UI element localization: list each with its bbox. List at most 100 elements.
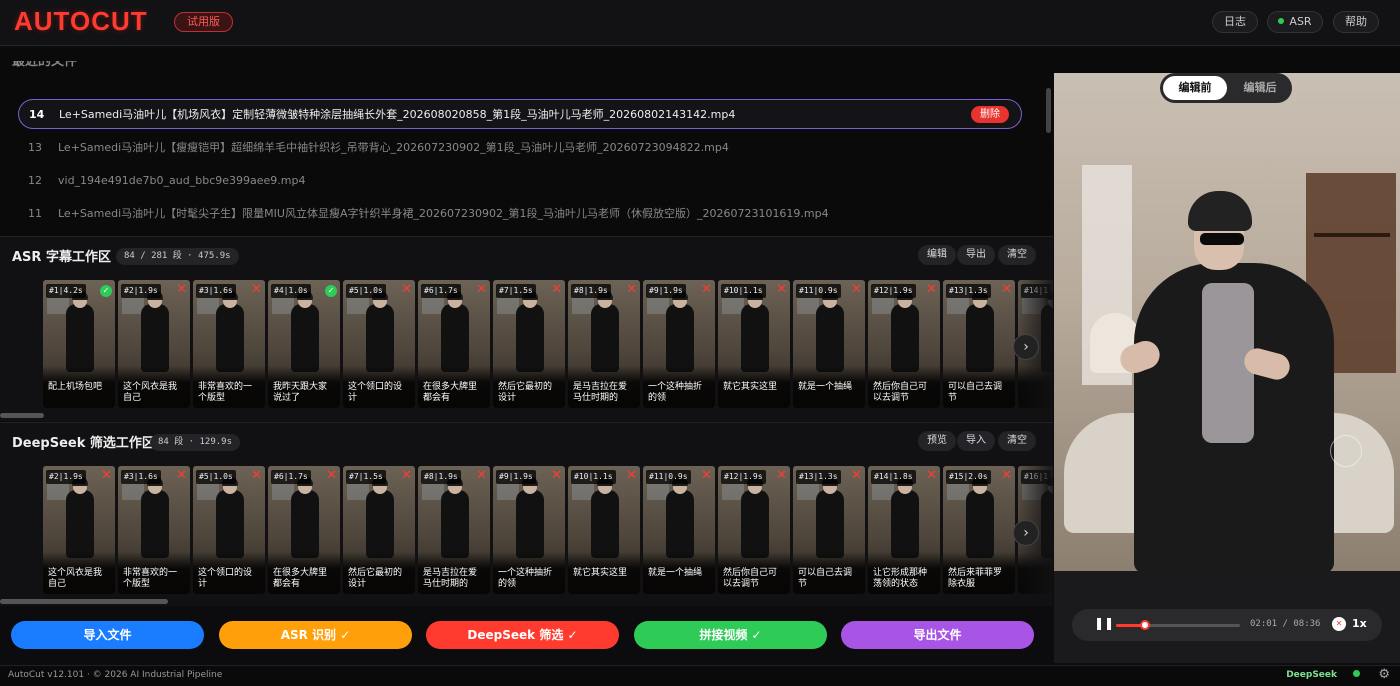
- deepseek-clear-button[interactable]: 清空: [998, 431, 1036, 451]
- file-list-item[interactable]: 13 Le+Samedi马油叶儿【瘦瘦铠甲】超细绵羊毛中袖针织衫_吊带背心_202…: [18, 133, 1022, 163]
- deepseek-segment-card[interactable]: #12|1.9s ✕ 然后你自己可以去调节: [718, 466, 790, 594]
- close-icon[interactable]: ✕: [1001, 469, 1012, 483]
- close-icon[interactable]: ✕: [851, 283, 862, 297]
- deepseek-strip-scrollbar[interactable]: [0, 599, 168, 604]
- file-name: Le+Samedi马油叶儿【机场风衣】定制轻薄微皱特种涂层抽绳长外套_20260…: [59, 108, 736, 121]
- top-bar: AUTOCUT 试用版 日志 ASR 帮助: [0, 0, 1400, 46]
- asr-segment-card[interactable]: #4|1.0s ✓ 我昨天跟大家说过了: [268, 280, 340, 408]
- asr-segment-card[interactable]: #2|1.9s ✕ 这个风衣是我自己: [118, 280, 190, 408]
- deepseek-segment-card[interactable]: #13|1.3s ✕ 可以自己去调节: [793, 466, 865, 594]
- close-icon[interactable]: ✕: [701, 283, 712, 297]
- close-icon[interactable]: ✕: [626, 283, 637, 297]
- asr-segment-card[interactable]: #3|1.6s ✕ 非常喜欢的一个版型: [193, 280, 265, 408]
- deepseek-next-icon[interactable]: ›: [1013, 520, 1039, 546]
- close-icon[interactable]: ✕: [551, 283, 562, 297]
- deepseek-card-strip: #2|1.9s ✕ 这个风衣是我自己 #3|1.6s ✕ 非常喜欢的一个版型 #5|1.0s…: [0, 466, 1053, 596]
- tab-before-edit[interactable]: 编辑前: [1163, 76, 1227, 100]
- close-icon[interactable]: ✕: [776, 469, 787, 483]
- deepseek-segment-card[interactable]: #5|1.0s ✕ 这个领口的设计: [193, 466, 265, 594]
- close-icon[interactable]: ✕: [551, 469, 562, 483]
- check-icon[interactable]: ✓: [100, 285, 112, 297]
- asr-status-button[interactable]: ASR: [1267, 11, 1323, 33]
- model-status-dot: [1353, 670, 1360, 677]
- log-button[interactable]: 日志: [1212, 11, 1258, 33]
- concat-video-button[interactable]: 拼接视频 ✓: [634, 621, 827, 649]
- file-list-item[interactable]: 12 vid_194e491de7b0_aud_bbc9e399aee9.mp4: [18, 166, 1022, 196]
- asr-edit-button[interactable]: 编辑: [918, 245, 956, 265]
- close-icon[interactable]: ✕: [1001, 283, 1012, 297]
- segment-label: #12|1.9s: [871, 284, 916, 298]
- video-preview[interactable]: [1054, 73, 1400, 571]
- close-icon[interactable]: ✕: [476, 469, 487, 483]
- deepseek-segment-card[interactable]: #9|1.9s ✕ 一个这种抽折的领: [493, 466, 565, 594]
- close-icon[interactable]: ✕: [926, 283, 937, 297]
- close-icon[interactable]: ✕: [326, 469, 337, 483]
- asr-strip-scrollbar[interactable]: [0, 413, 44, 418]
- asr-segment-card[interactable]: #1|4.2s ✓ 配上机场包吧: [43, 280, 115, 408]
- asr-segment-card[interactable]: #10|1.1s ✕ 就它其实这里: [718, 280, 790, 408]
- close-icon[interactable]: ✕: [626, 469, 637, 483]
- deepseek-segment-card[interactable]: #2|1.9s ✕ 这个风衣是我自己: [43, 466, 115, 594]
- thumbnail-figure: [66, 490, 94, 558]
- close-icon[interactable]: ✕: [176, 469, 187, 483]
- asr-recognize-button[interactable]: ASR 识别 ✓: [219, 621, 412, 649]
- close-icon[interactable]: ✕: [776, 283, 787, 297]
- export-file-button[interactable]: 导出文件: [841, 621, 1034, 649]
- check-icon[interactable]: ✓: [325, 285, 337, 297]
- close-icon[interactable]: ✕: [401, 283, 412, 297]
- asr-workspace-title: ASR 字幕工作区: [12, 250, 111, 265]
- deepseek-segment-card[interactable]: #15|2.0s ✕ 然后来菲菲罗除衣服: [943, 466, 1015, 594]
- asr-segment-card[interactable]: #12|1.9s ✕ 然后你自己可以去调节: [868, 280, 940, 408]
- segment-label: #8|1.9s: [421, 470, 461, 484]
- close-icon[interactable]: ✕: [701, 469, 712, 483]
- tab-after-edit[interactable]: 编辑后: [1230, 76, 1290, 100]
- segment-caption: 这个领口的设计: [193, 552, 265, 594]
- deepseek-segment-card[interactable]: #11|0.9s ✕ 就是一个抽绳: [643, 466, 715, 594]
- segment-caption: 就它其实这里: [568, 552, 640, 594]
- close-icon[interactable]: ✕: [851, 469, 862, 483]
- import-file-button[interactable]: 导入文件: [11, 621, 204, 649]
- deepseek-segment-card[interactable]: #3|1.6s ✕ 非常喜欢的一个版型: [118, 466, 190, 594]
- seek-bar[interactable]: [1116, 620, 1240, 630]
- asr-segment-card[interactable]: #6|1.7s ✕ 在很多大牌里都会有: [418, 280, 490, 408]
- close-icon[interactable]: ✕: [401, 469, 412, 483]
- seek-bar-knob[interactable]: [1140, 620, 1151, 630]
- asr-segment-card[interactable]: #5|1.0s ✕ 这个领口的设计: [343, 280, 415, 408]
- file-index: 13: [28, 141, 42, 154]
- playback-rate-button[interactable]: 1x: [1352, 617, 1367, 630]
- asr-segment-card[interactable]: #8|1.9s ✕ 是马吉拉在爱马仕时期的: [568, 280, 640, 408]
- deepseek-segment-card[interactable]: #6|1.7s ✕ 在很多大牌里都会有: [268, 466, 340, 594]
- close-icon[interactable]: ✕: [101, 469, 112, 483]
- thumbnail-figure: [891, 490, 919, 558]
- delete-file-button[interactable]: 删除: [971, 106, 1009, 123]
- before-after-toggle: 编辑前 编辑后: [1160, 73, 1292, 103]
- help-button[interactable]: 帮助: [1333, 11, 1379, 33]
- file-list-scrollbar[interactable]: [1046, 88, 1051, 133]
- pause-icon[interactable]: ❚❚: [1094, 616, 1114, 630]
- close-icon[interactable]: ✕: [926, 469, 937, 483]
- deepseek-workspace-title: DeepSeek 筛选工作区: [12, 436, 155, 451]
- close-icon[interactable]: ✕: [176, 283, 187, 297]
- file-list-item[interactable]: 11 Le+Samedi马油叶儿【时髦尖子生】限量MIU风立体显瘦A字针织半身裙_…: [18, 199, 1022, 229]
- file-list: 最近的文件 14 Le+Samedi马油叶儿【机场风衣】定制轻薄微皱特种涂层抽绳长…: [0, 47, 1053, 235]
- close-icon[interactable]: ✕: [251, 283, 262, 297]
- close-icon[interactable]: ✕: [251, 469, 262, 483]
- deepseek-import-button[interactable]: 导入: [957, 431, 995, 451]
- file-list-item[interactable]: 14 Le+Samedi马油叶儿【机场风衣】定制轻薄微皱特种涂层抽绳长外套_202…: [18, 99, 1022, 129]
- deepseek-segment-card[interactable]: #10|1.1s ✕ 就它其实这里: [568, 466, 640, 594]
- asr-segment-card[interactable]: #9|1.9s ✕ 一个这种抽折的领: [643, 280, 715, 408]
- deepseek-segment-card[interactable]: #14|1.8s ✕ 让它形成那种荡领的状态: [868, 466, 940, 594]
- gear-icon[interactable]: ⚙: [1378, 667, 1390, 682]
- mute-icon[interactable]: ✕: [1332, 617, 1346, 631]
- asr-export-button[interactable]: 导出: [957, 245, 995, 265]
- deepseek-segment-card[interactable]: #7|1.5s ✕ 然后它最初的设计: [343, 466, 415, 594]
- asr-segment-card[interactable]: #7|1.5s ✕ 然后它最初的设计: [493, 280, 565, 408]
- asr-segment-card[interactable]: #11|0.9s ✕ 就是一个抽绳: [793, 280, 865, 408]
- deepseek-segment-card[interactable]: #8|1.9s ✕ 是马吉拉在爱马仕时期的: [418, 466, 490, 594]
- close-icon[interactable]: ✕: [476, 283, 487, 297]
- deepseek-preview-button[interactable]: 预览: [918, 431, 956, 451]
- asr-next-icon[interactable]: ›: [1013, 334, 1039, 360]
- asr-clear-button[interactable]: 清空: [998, 245, 1036, 265]
- deepseek-filter-button[interactable]: DeepSeek 筛选 ✓: [426, 621, 619, 649]
- asr-segment-card[interactable]: #13|1.3s ✕ 可以自己去调节: [943, 280, 1015, 408]
